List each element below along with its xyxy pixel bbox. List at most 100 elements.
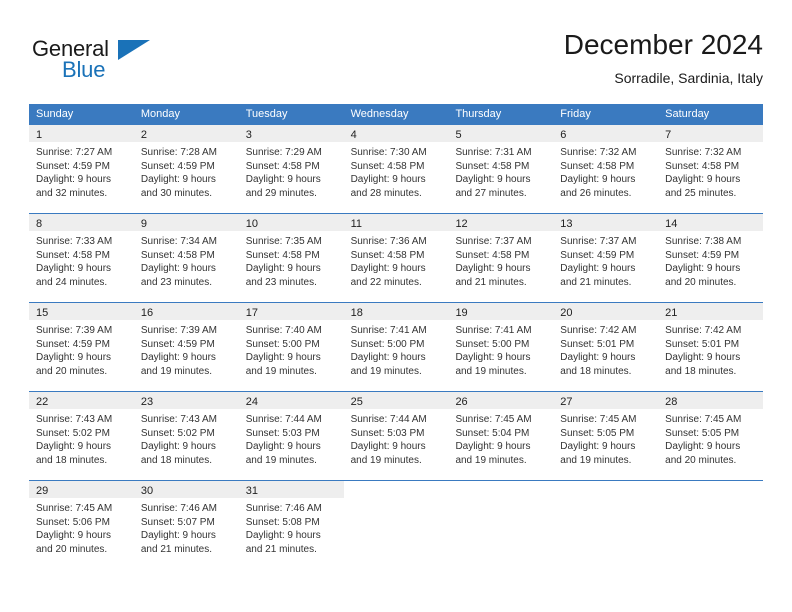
calendar-day-cell[interactable]: 9 Sunrise: 7:34 AM Sunset: 4:58 PM Daylight… (133, 214, 239, 302)
calendar-day-cell[interactable]: 18 Sunrise: 7:41 AM Sunset: 5:00 PM Dayligh… (343, 303, 449, 391)
calendar-day-cell[interactable]: 13 Sunrise: 7:37 AM Sunset: 4:59 PM Dayligh… (553, 214, 659, 302)
daylight-text: Daylight: 9 hours (140, 352, 216, 364)
date-band: 21 (658, 303, 764, 320)
calendar-day-cell[interactable]: 10 Sunrise: 7:35 AM Sunset: 4:58 PM Dayligh… (238, 214, 344, 302)
day-info: Sunrise: 7:35 AM Sunset: 4:58 PM Daylight:… (239, 231, 344, 289)
day-number: 30 (140, 485, 154, 497)
day-number: 29 (36, 485, 49, 497)
calendar-day-cell[interactable]: 22 Sunrise: 7:43 AM Sunset: 5:02 PM Dayligh… (29, 392, 134, 480)
weekday-header-row: Sunday Monday Tuesday Wednesday Thursday… (29, 104, 763, 125)
sunset-text: Sunset: 4:58 PM (350, 160, 425, 172)
sunset-text: Sunset: 5:06 PM (36, 516, 110, 528)
weekday-header-saturday: Saturday (665, 108, 710, 120)
weekday-header-friday: Friday (560, 108, 591, 120)
sunrise-text: Sunrise: 7:46 AM (140, 503, 218, 514)
daylight-text-cont: and 19 minutes. (350, 365, 422, 377)
calendar-weeks: 1 Sunrise: 7:27 AM Sunset: 4:59 PM Daylight… (29, 125, 764, 569)
sunset-text: Sunset: 4:58 PM (560, 160, 635, 172)
daylight-text: Daylight: 9 hours (455, 441, 531, 453)
daylight-text: Daylight: 9 hours (665, 441, 741, 453)
daylight-text: Daylight: 9 hours (245, 352, 321, 364)
daylight-text-cont: and 19 minutes. (455, 365, 527, 377)
calendar-day-cell[interactable]: 23 Sunrise: 7:43 AM Sunset: 5:02 PM Dayligh… (133, 392, 239, 480)
daylight-text-cont: and 20 minutes. (665, 276, 737, 288)
daylight-text-cont: and 18 minutes. (140, 454, 213, 466)
calendar-day-cell[interactable]: 15 Sunrise: 7:39 AM Sunset: 4:59 PM Dayligh… (29, 303, 134, 391)
daylight-text: Daylight: 9 hours (245, 530, 321, 542)
date-band: 9 (133, 214, 239, 231)
calendar-day-cell[interactable]: 11 Sunrise: 7:36 AM Sunset: 4:58 PM Dayligh… (343, 214, 449, 302)
calendar-day-cell[interactable]: 12 Sunrise: 7:37 AM Sunset: 4:58 PM Dayligh… (448, 214, 554, 302)
sunrise-text: Sunrise: 7:30 AM (350, 147, 427, 158)
calendar-day-cell[interactable]: 24 Sunrise: 7:44 AM Sunset: 5:03 PM Dayligh… (238, 392, 344, 480)
daylight-text-cont: and 20 minutes. (665, 454, 737, 466)
day-info: Sunrise: 7:36 AM Sunset: 4:58 PM Daylight:… (344, 231, 449, 289)
date-band: 1 (29, 125, 134, 142)
day-info: Sunrise: 7:41 AM Sunset: 5:00 PM Daylight:… (344, 320, 449, 378)
calendar-day-cell[interactable]: 26 Sunrise: 7:45 AM Sunset: 5:04 PM Dayligh… (448, 392, 554, 480)
daylight-text-cont: and 19 minutes. (140, 365, 213, 377)
day-number: 2 (140, 129, 147, 141)
calendar-day-cell-empty (343, 481, 449, 569)
daylight-text-cont: and 21 minutes. (245, 543, 317, 555)
calendar-day-cell[interactable]: 16 Sunrise: 7:39 AM Sunset: 4:59 PM Dayligh… (133, 303, 239, 391)
day-number: 6 (560, 129, 567, 141)
sunrise-text: Sunrise: 7:42 AM (665, 325, 742, 336)
sunrise-text: Sunrise: 7:27 AM (36, 147, 113, 158)
sunrise-text: Sunrise: 7:28 AM (140, 147, 218, 158)
calendar-day-cell[interactable]: 25 Sunrise: 7:44 AM Sunset: 5:03 PM Dayligh… (343, 392, 449, 480)
day-info: Sunrise: 7:43 AM Sunset: 5:02 PM Daylight:… (134, 409, 239, 467)
generalblue-logo[interactable]: General Blue (29, 34, 209, 90)
weekday-header-sunday: Sunday (36, 108, 74, 120)
calendar-day-cell[interactable]: 28 Sunrise: 7:45 AM Sunset: 5:05 PM Dayligh… (658, 392, 764, 480)
sunset-text: Sunset: 5:03 PM (350, 427, 425, 439)
date-band: 22 (29, 392, 134, 409)
calendar-day-cell[interactable]: 21 Sunrise: 7:42 AM Sunset: 5:01 PM Dayligh… (658, 303, 764, 391)
calendar-week-row: 22 Sunrise: 7:43 AM Sunset: 5:02 PM Dayligh… (29, 391, 764, 480)
sunset-text: Sunset: 4:59 PM (36, 338, 110, 350)
day-number: 1 (36, 129, 43, 141)
daylight-text-cont: and 20 minutes. (36, 365, 108, 377)
calendar-day-cell[interactable]: 29 Sunrise: 7:45 AM Sunset: 5:06 PM Dayligh… (29, 481, 134, 569)
daylight-text: Daylight: 9 hours (140, 530, 216, 542)
calendar-day-cell-empty (658, 481, 764, 569)
calendar-day-cell[interactable]: 31 Sunrise: 7:46 AM Sunset: 5:08 PM Dayligh… (238, 481, 344, 569)
calendar-day-cell[interactable]: 3 Sunrise: 7:29 AM Sunset: 4:58 PM Daylight… (238, 125, 344, 213)
daylight-text: Daylight: 9 hours (350, 174, 426, 186)
daylight-text-cont: and 26 minutes. (560, 187, 632, 199)
sunrise-text: Sunrise: 7:35 AM (245, 236, 322, 247)
daylight-text-cont: and 22 minutes. (350, 276, 422, 288)
calendar-day-cell[interactable]: 1 Sunrise: 7:27 AM Sunset: 4:59 PM Daylight… (29, 125, 134, 213)
calendar-day-cell[interactable]: 20 Sunrise: 7:42 AM Sunset: 5:01 PM Dayligh… (553, 303, 659, 391)
daylight-text-cont: and 21 minutes. (560, 276, 632, 288)
calendar-day-cell[interactable]: 4 Sunrise: 7:30 AM Sunset: 4:58 PM Daylight… (343, 125, 449, 213)
sunset-text: Sunset: 4:59 PM (140, 160, 215, 172)
weekday-header-thursday: Thursday (455, 108, 502, 120)
daylight-text: Daylight: 9 hours (36, 441, 112, 453)
sunset-text: Sunset: 4:58 PM (350, 249, 425, 261)
daylight-text: Daylight: 9 hours (455, 174, 531, 186)
calendar-day-cell[interactable]: 14 Sunrise: 7:38 AM Sunset: 4:59 PM Dayligh… (658, 214, 764, 302)
sunset-text: Sunset: 4:59 PM (140, 338, 215, 350)
calendar-day-cell[interactable]: 30 Sunrise: 7:46 AM Sunset: 5:07 PM Dayligh… (133, 481, 239, 569)
calendar-day-cell[interactable]: 7 Sunrise: 7:32 AM Sunset: 4:58 PM Daylight… (658, 125, 764, 213)
day-info: Sunrise: 7:27 AM Sunset: 4:59 PM Daylight:… (29, 142, 134, 200)
calendar-day-cell[interactable]: 19 Sunrise: 7:41 AM Sunset: 5:00 PM Dayligh… (448, 303, 554, 391)
calendar-day-cell[interactable]: 17 Sunrise: 7:40 AM Sunset: 5:00 PM Dayligh… (238, 303, 344, 391)
sunrise-text: Sunrise: 7:29 AM (245, 147, 322, 158)
calendar-day-cell[interactable]: 8 Sunrise: 7:33 AM Sunset: 4:58 PM Daylight… (29, 214, 134, 302)
sunset-text: Sunset: 5:01 PM (665, 338, 740, 350)
calendar-day-cell[interactable]: 6 Sunrise: 7:32 AM Sunset: 4:58 PM Daylight… (553, 125, 659, 213)
calendar-day-cell[interactable]: 27 Sunrise: 7:45 AM Sunset: 5:05 PM Dayligh… (553, 392, 659, 480)
daylight-text-cont: and 18 minutes. (36, 454, 108, 466)
calendar-day-cell[interactable]: 2 Sunrise: 7:28 AM Sunset: 4:59 PM Daylight… (133, 125, 239, 213)
daylight-text-cont: and 30 minutes. (140, 187, 213, 199)
daylight-text: Daylight: 9 hours (140, 441, 216, 453)
daylight-text: Daylight: 9 hours (36, 263, 112, 275)
sunrise-text: Sunrise: 7:41 AM (350, 325, 427, 336)
calendar-week-row: 29 Sunrise: 7:45 AM Sunset: 5:06 PM Dayligh… (29, 480, 764, 569)
sunset-text: Sunset: 5:02 PM (36, 427, 110, 439)
sunset-text: Sunset: 5:04 PM (455, 427, 530, 439)
calendar-day-cell[interactable]: 5 Sunrise: 7:31 AM Sunset: 4:58 PM Daylight… (448, 125, 554, 213)
daylight-text-cont: and 32 minutes. (36, 187, 108, 199)
